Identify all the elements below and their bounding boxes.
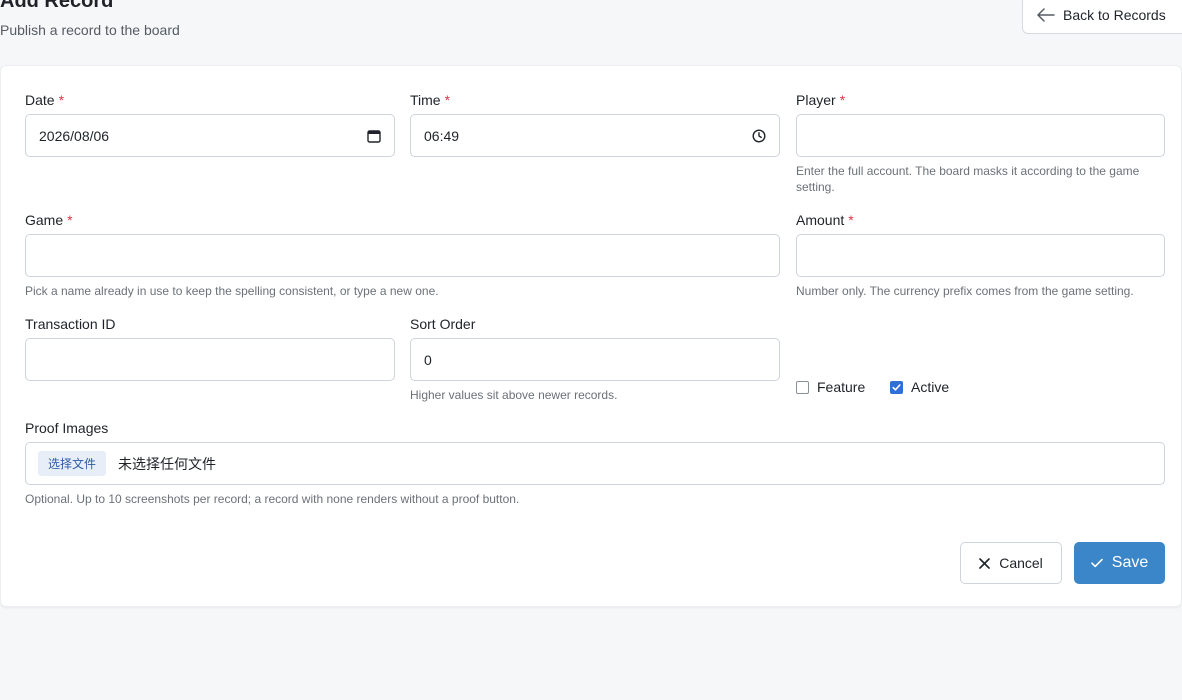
record-form-card: Date * 2026/08/06 Time * 06:49 Player * Ent… [0,65,1182,607]
game-help: Pick a name already in use to keep the s… [25,284,439,298]
back-to-records-label: Back to Records [1063,7,1166,23]
cancel-label: Cancel [999,555,1043,571]
save-button[interactable]: Save [1074,542,1165,584]
check-icon [1090,558,1103,568]
feature-label: Feature [817,379,866,395]
cancel-button[interactable]: Cancel [960,542,1062,584]
page-title: Add Record [0,0,114,12]
amount-label: Amount * [796,212,854,228]
time-label: Time * [410,92,451,108]
choose-file-button[interactable]: 选择文件 [38,451,107,476]
clock-icon[interactable] [752,128,766,143]
date-input[interactable]: 2026/08/06 [25,114,395,157]
close-icon [979,557,991,569]
player-label: Player * [796,92,846,108]
active-label: Active [911,379,950,395]
save-label: Save [1111,554,1149,571]
transaction-id-input[interactable] [25,338,395,381]
feature-checkbox[interactable]: Feature [796,379,865,395]
transaction-id-label: Transaction ID [25,316,116,332]
sort-order-help: Higher values sit above newer records. [410,388,618,402]
file-status-text: 未选择任何文件 [118,455,217,472]
date-label: Date * [25,92,65,108]
page-subtitle: Publish a record to the board [0,22,180,38]
arrow-left-icon [1037,8,1055,22]
calendar-icon[interactable] [367,129,381,143]
active-checkbox-box[interactable] [890,380,903,394]
back-to-records-button[interactable]: Back to Records [1022,0,1182,34]
amount-help: Number only. The currency prefix comes f… [796,284,1134,298]
proof-images-file-input[interactable]: 选择文件 未选择任何文件 [25,442,1165,485]
player-input[interactable] [796,114,1165,157]
sort-order-label: Sort Order [410,316,476,332]
proof-images-help: Optional. Up to 10 screenshots per recor… [25,492,520,506]
feature-checkbox-box[interactable] [796,380,809,394]
player-help: Enter the full account. The board masks … [796,164,1140,194]
sort-order-input[interactable]: 0 [410,338,780,381]
check-icon [892,383,901,391]
game-label: Game * [25,212,73,228]
active-checkbox[interactable]: Active [890,379,949,395]
time-input[interactable]: 06:49 [410,114,780,157]
game-input[interactable] [25,234,780,277]
proof-images-label: Proof Images [25,420,109,436]
amount-input[interactable] [796,234,1165,277]
